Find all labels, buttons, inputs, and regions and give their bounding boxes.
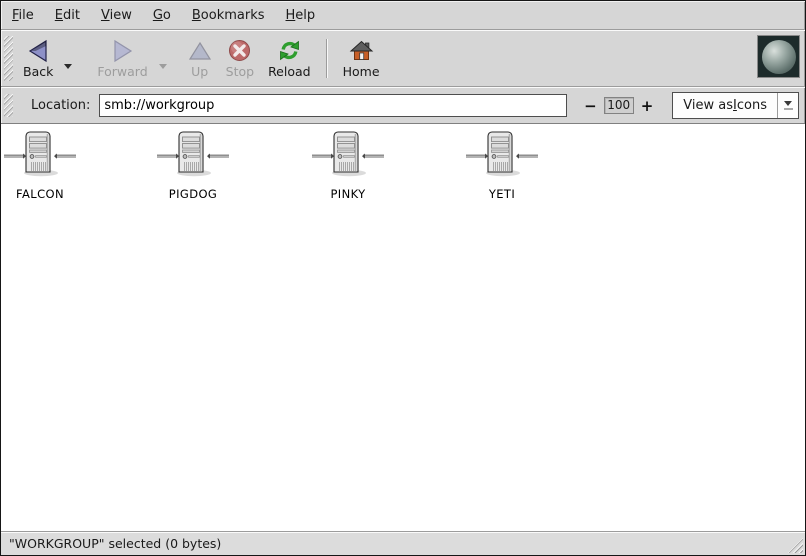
back-icon [26,37,50,64]
home-button[interactable]: Home [336,33,387,84]
forward-icon [111,37,135,64]
view-as-prefix: View as [683,98,733,113]
toolbar-drag-handle[interactable] [4,36,13,81]
locationbar-drag-handle[interactable] [4,94,13,117]
menu-help[interactable]: Help [286,6,316,25]
server-label: YETI [489,187,515,201]
zoom-out-button[interactable]: − [579,97,602,115]
file-manager-window: File Edit View Go Bookmarks Help Back [0,0,806,556]
back-label: Back [23,64,53,80]
home-icon [349,37,374,64]
reload-label: Reload [268,64,311,80]
up-icon [188,37,212,64]
server-label: PINKY [330,187,365,201]
zoom-in-button[interactable]: + [636,97,659,115]
forward-label: Forward [97,64,147,80]
toolbar: Back Forward Up [1,31,805,86]
menu-bookmarks[interactable]: Bookmarks [192,6,265,25]
toolbar-separator [326,39,328,78]
server-icon [2,129,78,183]
throbber [757,35,800,78]
server-icon [310,129,386,183]
back-button[interactable]: Back [16,33,60,84]
view-as-label: View as Icons [673,93,777,118]
stop-icon [228,37,251,64]
server-label: FALCON [16,187,64,201]
icon-view[interactable]: FALCON PIGDOG [1,123,805,531]
reload-icon [277,37,302,64]
server-label: PIGDOG [169,187,217,201]
resize-grip[interactable] [788,538,803,553]
menu-edit[interactable]: Edit [55,6,80,25]
menu-file[interactable]: File [12,6,34,25]
forward-button[interactable]: Forward [90,33,154,84]
view-as-dropdown[interactable]: View as Icons [672,92,799,119]
menu-view[interactable]: View [101,6,132,25]
server-item-pigdog[interactable]: PIGDOG [138,129,248,201]
chevron-down-icon [159,64,167,69]
chevron-down-icon [64,64,72,69]
stop-label: Stop [226,64,254,80]
location-input[interactable] [99,94,567,117]
location-label: Location: [31,98,90,113]
stop-button[interactable]: Stop [219,33,261,84]
menu-go[interactable]: Go [153,6,171,25]
up-button[interactable]: Up [181,33,219,84]
up-label: Up [191,64,208,80]
forward-history-dropdown[interactable] [155,33,171,84]
throbber-sphere-icon [762,40,796,74]
location-bar: Location: − 100 + View as Icons [1,88,805,123]
statusbar-text: "WORKGROUP" selected (0 bytes) [9,536,221,551]
menubar: File Edit View Go Bookmarks Help [1,1,805,29]
home-label: Home [343,64,380,80]
view-as-word: Icons [733,98,767,113]
statusbar: "WORKGROUP" selected (0 bytes) [1,531,805,555]
server-icon [155,129,231,183]
back-history-dropdown[interactable] [60,33,76,84]
server-item-falcon[interactable]: FALCON [1,129,95,201]
server-icon [464,129,540,183]
server-item-pinky[interactable]: PINKY [293,129,403,201]
server-item-yeti[interactable]: YETI [447,129,557,201]
dropdown-arrow-icon [777,93,798,118]
reload-button[interactable]: Reload [261,33,318,84]
zoom-level-indicator: 100 [604,97,634,114]
